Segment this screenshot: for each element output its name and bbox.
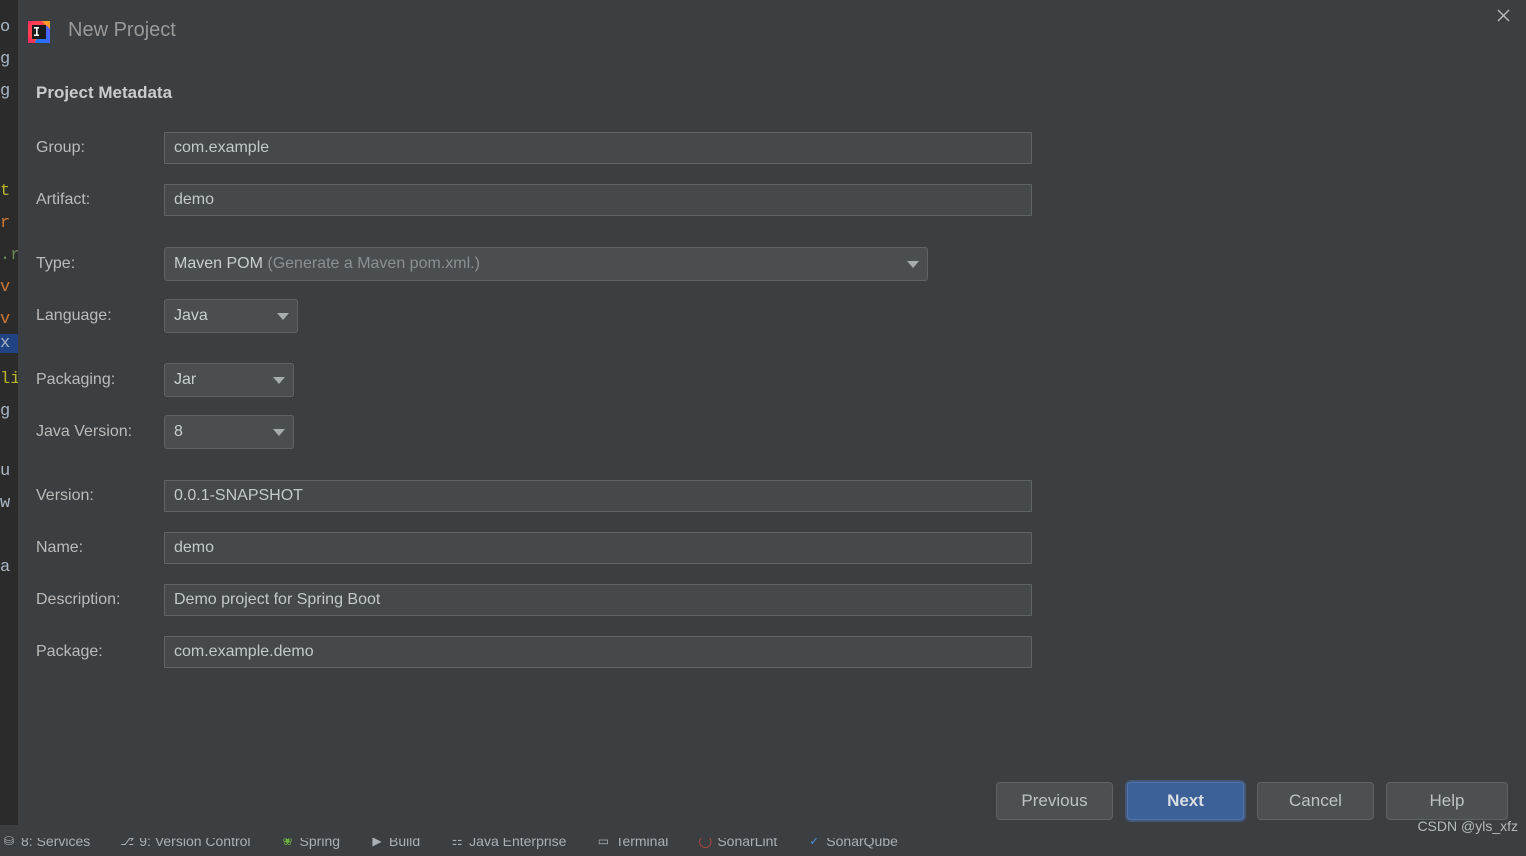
dropdown-value-hint: (Generate a Maven pom.xml.) bbox=[267, 255, 480, 272]
dropdown-value: Jar bbox=[165, 371, 265, 389]
close-glyph bbox=[1497, 9, 1509, 21]
dropdown-value-text: Java bbox=[174, 307, 208, 324]
text-input-value: demo bbox=[174, 191, 215, 208]
cancel-button[interactable]: Cancel bbox=[1257, 782, 1374, 820]
button-label: Next bbox=[1167, 791, 1204, 810]
field-label: Name: bbox=[36, 539, 84, 556]
form-row: Description: Demo project for Spring Boot bbox=[18, 584, 1526, 616]
dropdown-language[interactable]: Java bbox=[164, 299, 298, 333]
form-row: Package: com.example.demo bbox=[18, 636, 1526, 668]
text-input-value: com.example.demo bbox=[174, 643, 314, 660]
form-row: Type: Maven POM (Generate a Maven pom.xml… bbox=[18, 247, 1526, 281]
text-input-value: 0.0.1-SNAPSHOT bbox=[174, 487, 303, 504]
text-input[interactable]: 0.0.1-SNAPSHOT bbox=[164, 480, 1032, 512]
dropdown-value: Java bbox=[165, 307, 269, 325]
services-icon: ⛁ bbox=[3, 833, 15, 848]
field-label: Language: bbox=[36, 307, 112, 324]
dropdown-value-text: Maven POM bbox=[174, 255, 263, 272]
page-title: Project Metadata bbox=[36, 83, 173, 102]
button-label: Help bbox=[1429, 791, 1465, 810]
field-label: Group: bbox=[36, 139, 85, 156]
dropdown-value-text: 8 bbox=[174, 423, 183, 440]
field-label: Package: bbox=[36, 643, 103, 660]
text-input[interactable]: demo bbox=[164, 532, 1032, 564]
text-input[interactable]: com.example.demo bbox=[164, 636, 1032, 668]
text-input-value: com.example bbox=[174, 139, 270, 156]
previous-button[interactable]: Previous bbox=[996, 782, 1113, 820]
intellij-idea-icon bbox=[28, 21, 50, 43]
form-row: Artifact: demo bbox=[18, 184, 1526, 216]
text-input[interactable]: Demo project for Spring Boot bbox=[164, 584, 1032, 616]
form-row: Group: com.example bbox=[18, 132, 1526, 164]
field-label: Version: bbox=[36, 487, 94, 504]
text-input[interactable]: demo bbox=[164, 184, 1032, 216]
close-icon[interactable] bbox=[1480, 0, 1526, 30]
watermark: CSDN @yls_xfz bbox=[1417, 818, 1518, 834]
form-row: Packaging: Jar bbox=[18, 363, 1526, 397]
field-label: Type: bbox=[36, 255, 76, 272]
chevron-down-icon bbox=[265, 428, 293, 436]
form-row: Java Version: 8 bbox=[18, 415, 1526, 449]
chevron-down-icon bbox=[899, 260, 927, 268]
dropdown-packaging[interactable]: Jar bbox=[164, 363, 294, 397]
form-row: Language: Java bbox=[18, 299, 1526, 333]
help-button[interactable]: Help bbox=[1386, 782, 1508, 820]
form-row: Version: 0.0.1-SNAPSHOT bbox=[18, 480, 1526, 512]
dialog-title: New Project bbox=[68, 19, 176, 41]
text-input[interactable]: com.example bbox=[164, 132, 1032, 164]
button-label: Cancel bbox=[1289, 791, 1342, 810]
field-label: Packaging: bbox=[36, 371, 116, 388]
dropdown-type[interactable]: Maven POM (Generate a Maven pom.xml.) bbox=[164, 247, 928, 281]
field-label: Description: bbox=[36, 591, 121, 608]
dropdown-value: 8 bbox=[165, 423, 265, 441]
button-label: Previous bbox=[1021, 791, 1088, 810]
dialog-button-bar: Previous Next Cancel Help bbox=[18, 762, 1526, 838]
dropdown-javaversion[interactable]: 8 bbox=[164, 415, 294, 449]
next-button[interactable]: Next bbox=[1127, 782, 1244, 820]
text-input-value: demo bbox=[174, 539, 215, 556]
chevron-down-icon bbox=[265, 376, 293, 384]
text-input-value: Demo project for Spring Boot bbox=[174, 591, 381, 608]
field-label: Java Version: bbox=[36, 423, 133, 440]
chevron-down-icon bbox=[269, 312, 297, 320]
form-row: Name: demo bbox=[18, 532, 1526, 564]
field-label: Artifact: bbox=[36, 191, 91, 208]
dropdown-value-text: Jar bbox=[174, 371, 197, 388]
dialog-title-bar: New Project bbox=[18, 0, 1526, 62]
new-project-dialog: New Project Project Metadata Group: com.e… bbox=[18, 0, 1526, 838]
dropdown-value: Maven POM (Generate a Maven pom.xml.) bbox=[165, 255, 899, 273]
